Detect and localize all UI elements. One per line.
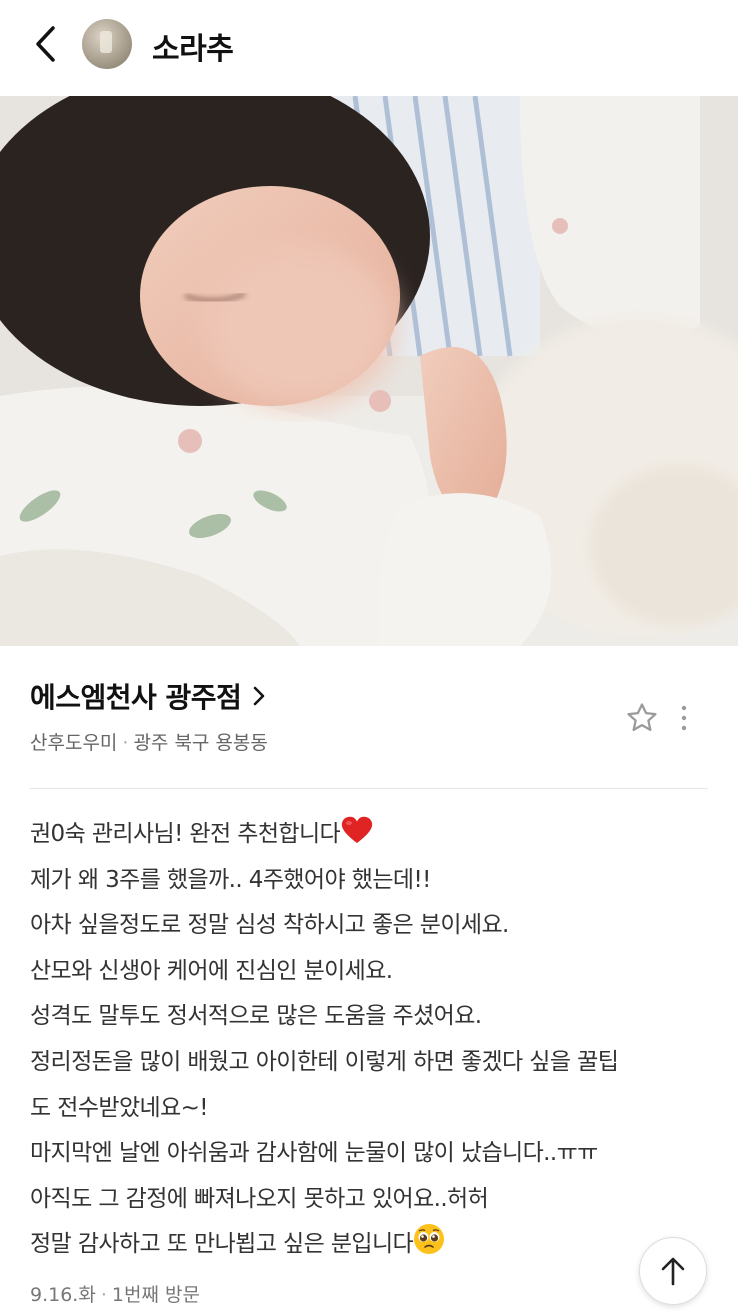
review-photo[interactable] <box>0 96 738 646</box>
chevron-left-icon <box>36 26 55 62</box>
back-button[interactable] <box>26 22 66 66</box>
place-name[interactable]: 에스엠천사 광주점 <box>30 676 242 716</box>
review-line: 마지막엔 날엔 아쉬움과 감사함에 눈물이 많이 났습니다..ㅠㅠ <box>30 1140 598 1167</box>
review-line: 아차 싶을정도로 정말 심성 착하시고 좋은 분이세요. <box>30 912 509 939</box>
red-heart-icon <box>341 816 373 843</box>
divider <box>30 788 708 789</box>
more-options-button[interactable] <box>670 698 698 738</box>
place-info: 에스엠천사 광주점 <box>30 676 267 716</box>
chevron-right-icon <box>254 686 265 706</box>
arrow-up-icon <box>661 1257 685 1286</box>
review-line: 정리정돈을 많이 배웠고 아이한테 이렇게 하면 좋겠다 싶을 꿀팁 <box>30 1048 619 1075</box>
review-line: 정말 감사하고 또 만나뵙고 싶은 분입니다 <box>30 1222 720 1268</box>
avatar[interactable] <box>82 19 132 69</box>
visit-meta: 9.16.화 · 1번째 방문 <box>30 1280 200 1307</box>
star-outline-icon <box>627 703 657 732</box>
more-vertical-icon <box>681 705 687 731</box>
review-line: 아직도 그 감정에 빠져나오지 못하고 있어요..허허 <box>30 1185 489 1212</box>
place-category: 산후도우미 <box>30 732 118 754</box>
place-location: 광주 북구 용봉동 <box>133 732 268 754</box>
place-name-link[interactable]: 에스엠천사 광주점 <box>30 676 267 716</box>
visit-date: 9.16.화 <box>30 1284 96 1306</box>
scroll-to-top-button[interactable] <box>639 1237 707 1305</box>
visit-count: 1번째 방문 <box>111 1284 200 1306</box>
author-name[interactable]: 소라추 <box>152 24 234 68</box>
place-meta: 산후도우미 · 광주 북구 용봉동 <box>30 728 268 755</box>
review-line: 산모와 신생아 케어에 진심인 분이세요. <box>30 957 393 984</box>
review-line-text: 권0숙 관리사님! 완전 추천합니다 <box>30 821 341 847</box>
review-line-text: 정말 감사하고 또 만나뵙고 싶은 분입니다 <box>30 1231 414 1258</box>
review-line: 권0숙 관리사님! 완전 추천합니다 <box>30 812 720 858</box>
save-star-button[interactable] <box>622 698 662 738</box>
sleeping-baby-image <box>0 96 738 646</box>
review-text: 권0숙 관리사님! 완전 추천합니다 제가 왜 3주를 했을까.. 4주했어야 … <box>30 812 720 1268</box>
review-line: 성격도 말투도 정서적으로 많은 도움을 주셨어요. <box>30 1003 482 1030</box>
separator-dot: · <box>122 732 129 754</box>
review-line: 제가 왜 3주를 했을까.. 4주했어야 했는데!! <box>30 866 431 893</box>
pleading-face-icon <box>414 1224 445 1255</box>
separator-dot: · <box>100 1284 107 1306</box>
top-bar: 소라추 <box>0 0 738 96</box>
review-line: 도 전수받았네요~! <box>30 1094 209 1121</box>
